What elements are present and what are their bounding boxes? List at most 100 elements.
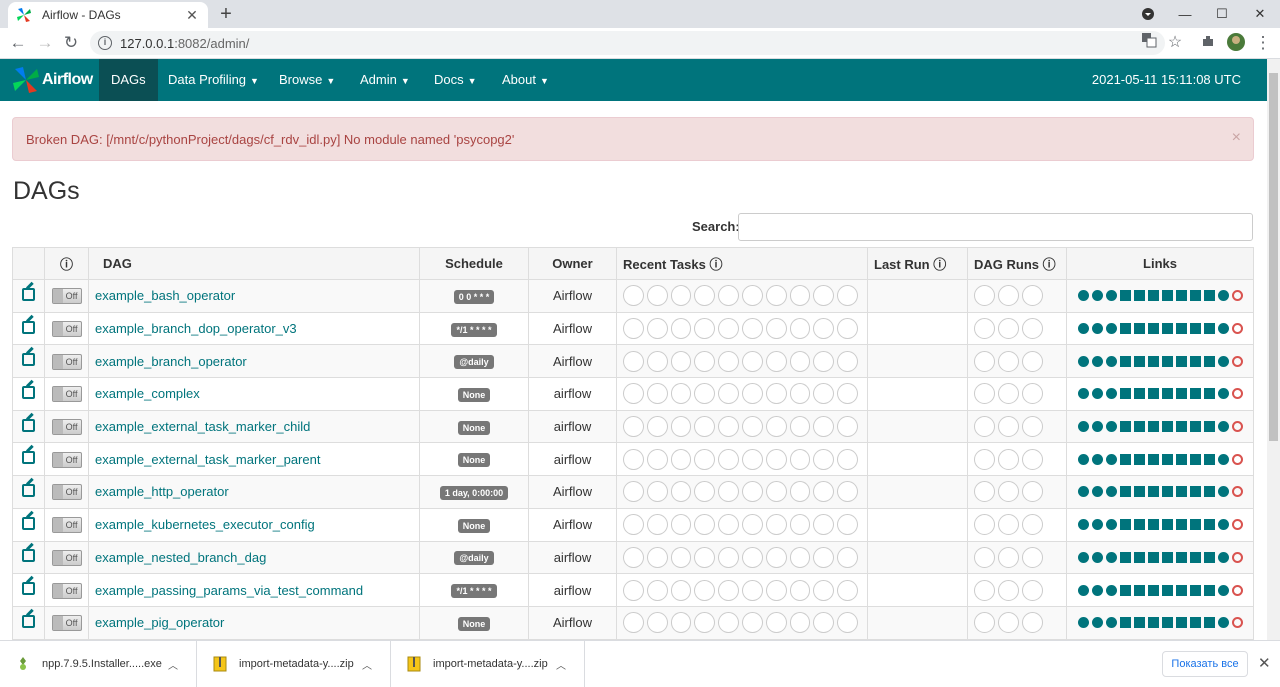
run-state-circle[interactable] [1022, 481, 1043, 503]
task-state-circle[interactable] [813, 448, 835, 470]
dag-link[interactable]: example_pig_operator [95, 615, 224, 630]
task-state-circle[interactable] [694, 514, 716, 536]
forward-arrow-icon[interactable]: → [34, 32, 56, 54]
logs-icon[interactable] [1189, 323, 1201, 335]
delete-dag-icon[interactable] [1231, 584, 1243, 596]
trigger-dag-icon[interactable] [1077, 355, 1089, 367]
task-state-circle[interactable] [837, 514, 858, 536]
task-state-circle[interactable] [813, 481, 835, 503]
airflow-logo[interactable]: Airflow [12, 65, 93, 95]
run-state-circle[interactable] [998, 481, 1019, 503]
dag-toggle[interactable]: Off [51, 321, 82, 338]
scrollbar-thumb[interactable] [1269, 73, 1278, 441]
code-icon[interactable] [1175, 388, 1187, 400]
details-icon[interactable] [1203, 323, 1215, 335]
landing-times-icon[interactable] [1147, 617, 1159, 629]
run-state-circle[interactable] [998, 514, 1019, 536]
dag-toggle[interactable]: Off [51, 615, 82, 632]
dag-link[interactable]: example_nested_branch_dag [95, 550, 266, 565]
gantt-icon[interactable] [1161, 617, 1173, 629]
task-state-circle[interactable] [646, 318, 668, 340]
task-state-circle[interactable] [718, 383, 739, 405]
task-state-circle[interactable] [741, 285, 763, 307]
header-dag[interactable]: DAG [88, 247, 420, 280]
code-icon[interactable] [1175, 323, 1187, 335]
task-state-circle[interactable] [646, 514, 668, 536]
task-state-circle[interactable] [837, 481, 858, 503]
task-state-circle[interactable] [646, 481, 668, 503]
details-icon[interactable] [1203, 551, 1215, 563]
dag-link[interactable]: example_complex [95, 386, 200, 401]
graph-view-icon[interactable] [1105, 584, 1117, 596]
task-state-circle[interactable] [623, 448, 644, 470]
task-state-circle[interactable] [765, 546, 787, 568]
task-state-circle[interactable] [789, 514, 811, 536]
task-state-circle[interactable] [670, 481, 692, 503]
run-state-circle[interactable] [974, 383, 995, 405]
run-state-circle[interactable] [974, 285, 995, 307]
dag-link[interactable]: example_external_task_marker_child [95, 419, 310, 434]
delete-dag-icon[interactable] [1231, 421, 1243, 433]
landing-times-icon[interactable] [1147, 453, 1159, 465]
code-icon[interactable] [1175, 421, 1187, 433]
task-state-circle[interactable] [694, 285, 716, 307]
details-icon[interactable] [1203, 388, 1215, 400]
run-state-circle[interactable] [998, 383, 1019, 405]
task-state-circle[interactable] [837, 448, 858, 470]
header-owner[interactable]: Owner [528, 247, 617, 280]
run-state-circle[interactable] [998, 448, 1019, 470]
dag-toggle[interactable]: Off [51, 484, 82, 501]
duration-icon[interactable] [1119, 290, 1131, 302]
run-state-circle[interactable] [974, 350, 995, 372]
refresh-icon[interactable] [1217, 388, 1229, 400]
gantt-icon[interactable] [1161, 453, 1173, 465]
run-state-circle[interactable] [1022, 579, 1043, 601]
site-info-icon[interactable]: i [98, 36, 112, 50]
task-state-circle[interactable] [623, 612, 644, 634]
tries-icon[interactable] [1133, 486, 1145, 498]
extensions-icon[interactable] [1197, 32, 1219, 54]
task-state-circle[interactable] [813, 416, 835, 438]
duration-icon[interactable] [1119, 323, 1131, 335]
run-state-circle[interactable] [1022, 350, 1043, 372]
run-state-circle[interactable] [1022, 383, 1043, 405]
run-state-circle[interactable] [998, 612, 1019, 634]
task-state-circle[interactable] [718, 318, 739, 340]
dag-link[interactable]: example_passing_params_via_test_command [95, 583, 363, 598]
task-state-circle[interactable] [718, 285, 739, 307]
bookmark-star-icon[interactable]: ☆ [1164, 32, 1186, 54]
dag-toggle[interactable]: Off [51, 419, 82, 436]
task-state-circle[interactable] [694, 383, 716, 405]
task-state-circle[interactable] [741, 481, 763, 503]
tree-view-icon[interactable] [1091, 584, 1103, 596]
tries-icon[interactable] [1133, 355, 1145, 367]
task-state-circle[interactable] [670, 514, 692, 536]
task-state-circle[interactable] [813, 612, 835, 634]
dag-link[interactable]: example_http_operator [95, 484, 229, 499]
profile-menu-icon[interactable] [1135, 0, 1161, 28]
task-state-circle[interactable] [789, 416, 811, 438]
task-state-circle[interactable] [789, 579, 811, 601]
task-state-circle[interactable] [837, 285, 858, 307]
task-state-circle[interactable] [646, 448, 668, 470]
run-state-circle[interactable] [974, 514, 995, 536]
minimize-button[interactable]: — [1175, 0, 1195, 28]
graph-view-icon[interactable] [1105, 617, 1117, 629]
logs-icon[interactable] [1189, 453, 1201, 465]
graph-view-icon[interactable] [1105, 486, 1117, 498]
logs-icon[interactable] [1189, 617, 1201, 629]
trigger-dag-icon[interactable] [1077, 551, 1089, 563]
run-state-circle[interactable] [998, 318, 1019, 340]
edit-icon[interactable] [22, 516, 35, 530]
task-state-circle[interactable] [623, 318, 644, 340]
duration-icon[interactable] [1119, 388, 1131, 400]
task-state-circle[interactable] [670, 448, 692, 470]
search-input[interactable] [738, 213, 1253, 241]
landing-times-icon[interactable] [1147, 519, 1159, 531]
gantt-icon[interactable] [1161, 388, 1173, 400]
edit-icon[interactable] [22, 353, 35, 367]
task-state-circle[interactable] [623, 579, 644, 601]
task-state-circle[interactable] [789, 546, 811, 568]
tries-icon[interactable] [1133, 551, 1145, 563]
landing-times-icon[interactable] [1147, 388, 1159, 400]
